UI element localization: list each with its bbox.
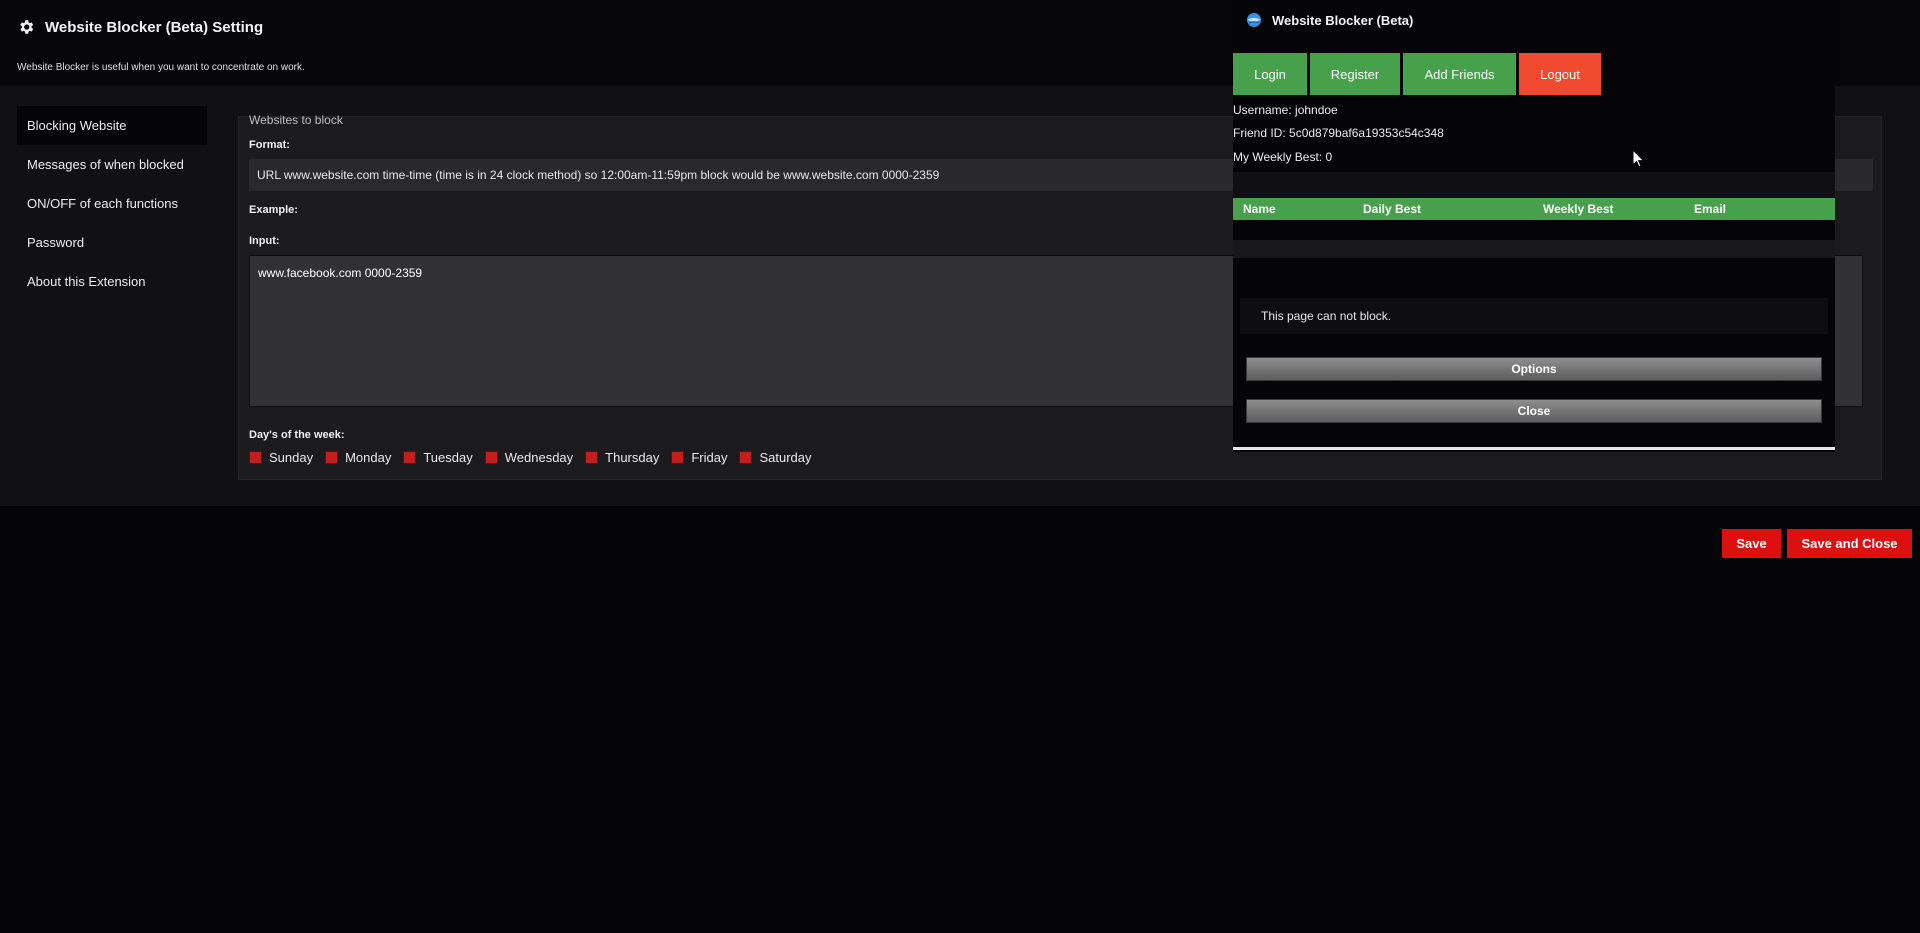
globe-icon — [1246, 12, 1262, 28]
sidebar-item-blocking-website[interactable]: Blocking Website — [17, 106, 207, 145]
day-monday[interactable]: Monday — [325, 450, 391, 465]
day-label: Monday — [345, 450, 392, 465]
username-text: Username: johndoe — [1233, 103, 1338, 117]
days-row: Sunday Monday Tuesday Wednesday Thursday… — [249, 450, 824, 465]
day-sunday[interactable]: Sunday — [249, 450, 313, 465]
friends-table-body — [1233, 240, 1835, 258]
day-checkbox[interactable] — [249, 451, 262, 464]
day-thursday[interactable]: Thursday — [585, 450, 659, 465]
day-checkbox[interactable] — [585, 451, 599, 464]
column-weekly-best: Weekly Best — [1543, 202, 1614, 216]
day-label: Friday — [691, 450, 728, 465]
input-label: Input: — [249, 235, 280, 247]
day-label: Tuesday — [423, 450, 473, 465]
popup-title: Website Blocker (Beta) — [1246, 12, 1413, 28]
days-label: Day's of the week: — [249, 429, 345, 441]
day-checkbox[interactable] — [484, 451, 498, 464]
save-button[interactable]: Save — [1722, 529, 1781, 558]
friend-id-text: Friend ID: 5c0d879baf6a19353c54c348 — [1233, 126, 1444, 140]
column-daily-best: Daily Best — [1363, 202, 1422, 216]
page-title-text: Website Blocker (Beta) Setting — [45, 18, 264, 36]
save-and-close-button[interactable]: Save and Close — [1787, 529, 1912, 558]
popup-button-row: Login Register Add Friends Logout — [1233, 53, 1601, 95]
day-checkbox[interactable] — [671, 451, 685, 464]
column-email: Email — [1694, 202, 1727, 216]
friends-table-header: Name Daily Best Weekly Best Email — [1233, 198, 1835, 220]
weekly-best-text: My Weekly Best: 0 — [1233, 150, 1333, 164]
logout-button[interactable]: Logout — [1519, 53, 1601, 95]
options-button[interactable]: Options — [1246, 357, 1822, 381]
popup-bottom-border — [1233, 447, 1835, 450]
day-wednesday[interactable]: Wednesday — [484, 450, 574, 465]
day-friday[interactable]: Friday — [671, 450, 727, 465]
day-checkbox[interactable] — [739, 451, 753, 464]
gear-icon — [17, 18, 35, 36]
day-label: Sunday — [269, 450, 314, 465]
status-message: This page can not block. — [1240, 298, 1828, 334]
day-label: Saturday — [759, 450, 812, 465]
add-friends-button[interactable]: Add Friends — [1403, 53, 1516, 95]
page-title: Website Blocker (Beta) Setting — [17, 18, 263, 36]
login-button[interactable]: Login — [1233, 53, 1307, 95]
divider — [1233, 172, 1835, 198]
register-button[interactable]: Register — [1310, 53, 1400, 95]
section-title: Websites to block — [249, 113, 343, 127]
column-name: Name — [1243, 202, 1276, 216]
close-button[interactable]: Close — [1246, 399, 1822, 423]
cursor-icon — [1632, 148, 1646, 169]
day-label: Wednesday — [504, 450, 574, 465]
day-tuesday[interactable]: Tuesday — [403, 450, 473, 465]
format-label: Format: — [249, 139, 290, 151]
day-saturday[interactable]: Saturday — [739, 450, 812, 465]
sidebar-item-messages[interactable]: Messages of when blocked — [17, 145, 207, 184]
sidebar: Blocking Website Messages of when blocke… — [17, 106, 207, 301]
day-checkbox[interactable] — [325, 451, 339, 464]
example-label: Example: — [249, 204, 298, 216]
page-subtitle: Website Blocker is useful when you want … — [17, 62, 305, 73]
popup-title-text: Website Blocker (Beta) — [1272, 12, 1414, 28]
day-checkbox[interactable] — [403, 451, 417, 464]
extension-popup: Website Blocker (Beta) Login Register Ad… — [1233, 0, 1835, 452]
sidebar-item-on-off[interactable]: ON/OFF of each functions — [17, 184, 207, 223]
sidebar-item-password[interactable]: Password — [17, 223, 207, 262]
day-label: Thursday — [605, 450, 660, 465]
sidebar-item-about[interactable]: About this Extension — [17, 262, 207, 301]
